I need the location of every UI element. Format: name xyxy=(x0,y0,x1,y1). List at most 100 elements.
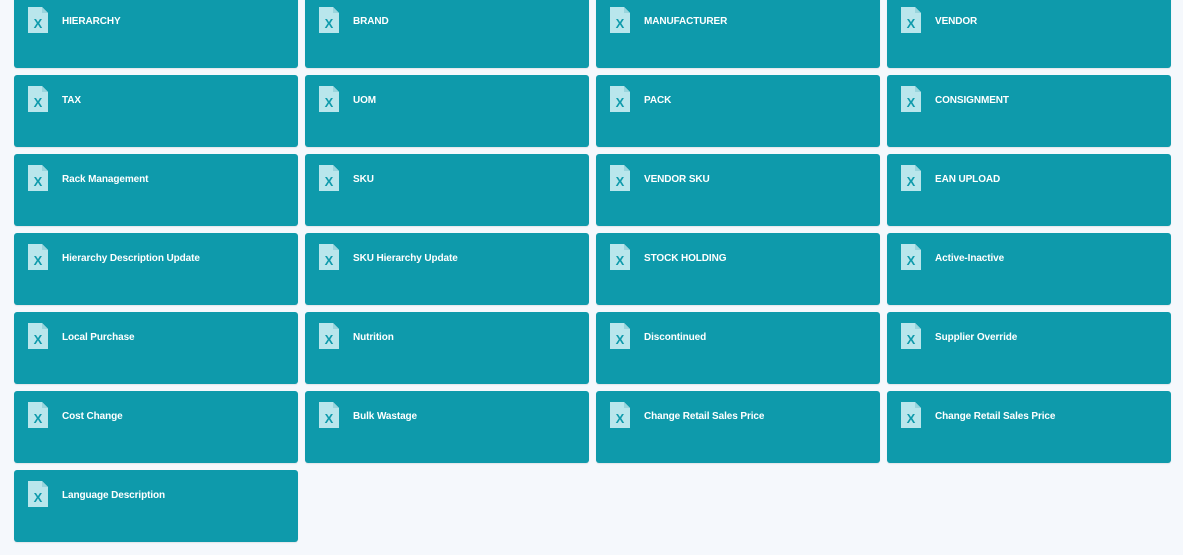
upload-tile-16[interactable]: X Local Purchase xyxy=(14,312,298,384)
upload-tile-0[interactable]: X HIERARCHY xyxy=(14,0,298,68)
excel-file-icon: X xyxy=(318,164,340,192)
upload-tile-13[interactable]: X SKU Hierarchy Update xyxy=(305,233,589,305)
excel-file-icon: X xyxy=(900,164,922,192)
upload-tile-6[interactable]: X PACK xyxy=(596,75,880,147)
upload-tile-label: Nutrition xyxy=(353,332,394,343)
svg-text:X: X xyxy=(325,174,334,189)
upload-tile-12[interactable]: X Hierarchy Description Update xyxy=(14,233,298,305)
svg-text:X: X xyxy=(616,332,625,347)
upload-tile-label: Hierarchy Description Update xyxy=(62,253,200,264)
svg-text:X: X xyxy=(34,174,43,189)
upload-tile-2[interactable]: X MANUFACTURER xyxy=(596,0,880,68)
excel-file-icon: X xyxy=(318,401,340,429)
excel-file-icon: X xyxy=(900,6,922,34)
upload-tile-label: Discontinued xyxy=(644,332,707,343)
upload-tile-label: MANUFACTURER xyxy=(644,16,728,27)
excel-file-icon: X xyxy=(609,322,631,350)
svg-text:X: X xyxy=(34,411,43,426)
svg-text:X: X xyxy=(907,95,916,110)
svg-text:X: X xyxy=(907,174,916,189)
upload-tile-label: SKU xyxy=(353,174,374,185)
upload-tile-label: TAX xyxy=(62,95,81,106)
upload-tile-label: EAN UPLOAD xyxy=(935,174,1001,185)
excel-file-icon: X xyxy=(318,322,340,350)
upload-tile-15[interactable]: X Active-Inactive xyxy=(887,233,1171,305)
upload-tile-label: Language Description xyxy=(62,490,166,501)
upload-tile-label: Rack Management xyxy=(62,174,149,185)
upload-tile-label: HIERARCHY xyxy=(62,16,121,27)
upload-tile-18[interactable]: X Discontinued xyxy=(596,312,880,384)
excel-file-icon: X xyxy=(318,6,340,34)
upload-tile-label: BRAND xyxy=(353,16,389,27)
svg-text:X: X xyxy=(616,95,625,110)
svg-text:X: X xyxy=(34,16,43,31)
excel-file-icon: X xyxy=(27,322,49,350)
upload-tile-3[interactable]: X VENDOR xyxy=(887,0,1171,68)
excel-file-icon: X xyxy=(609,6,631,34)
svg-text:X: X xyxy=(907,16,916,31)
excel-file-icon: X xyxy=(27,164,49,192)
excel-file-icon: X xyxy=(609,85,631,113)
upload-tile-label: Change Retail Sales Price xyxy=(644,411,765,422)
svg-text:X: X xyxy=(907,332,916,347)
excel-file-icon: X xyxy=(318,243,340,271)
upload-tile-9[interactable]: X SKU xyxy=(305,154,589,226)
upload-tile-label: Bulk Wastage xyxy=(353,411,418,422)
svg-text:X: X xyxy=(34,253,43,268)
upload-tile-label: PACK xyxy=(644,95,672,106)
upload-tile-24[interactable]: X Language Description xyxy=(14,470,298,542)
excel-file-icon: X xyxy=(900,401,922,429)
upload-tile-label: VENDOR SKU xyxy=(644,174,710,185)
excel-file-icon: X xyxy=(27,480,49,508)
svg-text:X: X xyxy=(325,16,334,31)
excel-file-icon: X xyxy=(27,401,49,429)
upload-tile-10[interactable]: X VENDOR SKU xyxy=(596,154,880,226)
upload-tile-20[interactable]: X Cost Change xyxy=(14,391,298,463)
excel-file-icon: X xyxy=(609,164,631,192)
svg-text:X: X xyxy=(325,95,334,110)
excel-file-icon: X xyxy=(609,243,631,271)
upload-tile-label: CONSIGNMENT xyxy=(935,95,1009,106)
upload-tile-21[interactable]: X Bulk Wastage xyxy=(305,391,589,463)
upload-tiles-grid: X HIERARCHY X BRAND X MANUFACTURER X VEN… xyxy=(14,0,1171,542)
svg-text:X: X xyxy=(34,490,43,505)
upload-tile-label: UOM xyxy=(353,95,377,106)
svg-text:X: X xyxy=(34,332,43,347)
upload-tile-7[interactable]: X CONSIGNMENT xyxy=(887,75,1171,147)
upload-tile-19[interactable]: X Supplier Override xyxy=(887,312,1171,384)
svg-text:X: X xyxy=(616,253,625,268)
upload-tile-4[interactable]: X TAX xyxy=(14,75,298,147)
excel-file-icon: X xyxy=(900,322,922,350)
upload-tile-22[interactable]: X Change Retail Sales Price xyxy=(596,391,880,463)
upload-tile-label: SKU Hierarchy Update xyxy=(353,253,458,264)
svg-text:X: X xyxy=(325,411,334,426)
upload-tile-label: Cost Change xyxy=(62,411,123,422)
excel-file-icon: X xyxy=(27,85,49,113)
upload-tile-23[interactable]: X Change Retail Sales Price xyxy=(887,391,1171,463)
svg-text:X: X xyxy=(616,174,625,189)
upload-tile-14[interactable]: X STOCK HOLDING xyxy=(596,233,880,305)
svg-text:X: X xyxy=(325,332,334,347)
svg-text:X: X xyxy=(34,95,43,110)
upload-tile-label: VENDOR xyxy=(935,16,978,27)
upload-tile-5[interactable]: X UOM xyxy=(305,75,589,147)
excel-file-icon: X xyxy=(27,6,49,34)
excel-file-icon: X xyxy=(609,401,631,429)
svg-text:X: X xyxy=(907,411,916,426)
upload-tile-label: Change Retail Sales Price xyxy=(935,411,1056,422)
upload-tile-label: Local Purchase xyxy=(62,332,135,343)
upload-tile-label: Supplier Override xyxy=(935,332,1018,343)
upload-tile-11[interactable]: X EAN UPLOAD xyxy=(887,154,1171,226)
upload-tile-label: STOCK HOLDING xyxy=(644,253,727,264)
excel-file-icon: X xyxy=(900,243,922,271)
excel-file-icon: X xyxy=(318,85,340,113)
excel-file-icon: X xyxy=(900,85,922,113)
upload-tile-17[interactable]: X Nutrition xyxy=(305,312,589,384)
upload-tile-label: Active-Inactive xyxy=(935,253,1005,264)
svg-text:X: X xyxy=(616,411,625,426)
excel-file-icon: X xyxy=(27,243,49,271)
upload-tile-8[interactable]: X Rack Management xyxy=(14,154,298,226)
svg-text:X: X xyxy=(907,253,916,268)
upload-tile-1[interactable]: X BRAND xyxy=(305,0,589,68)
svg-text:X: X xyxy=(325,253,334,268)
